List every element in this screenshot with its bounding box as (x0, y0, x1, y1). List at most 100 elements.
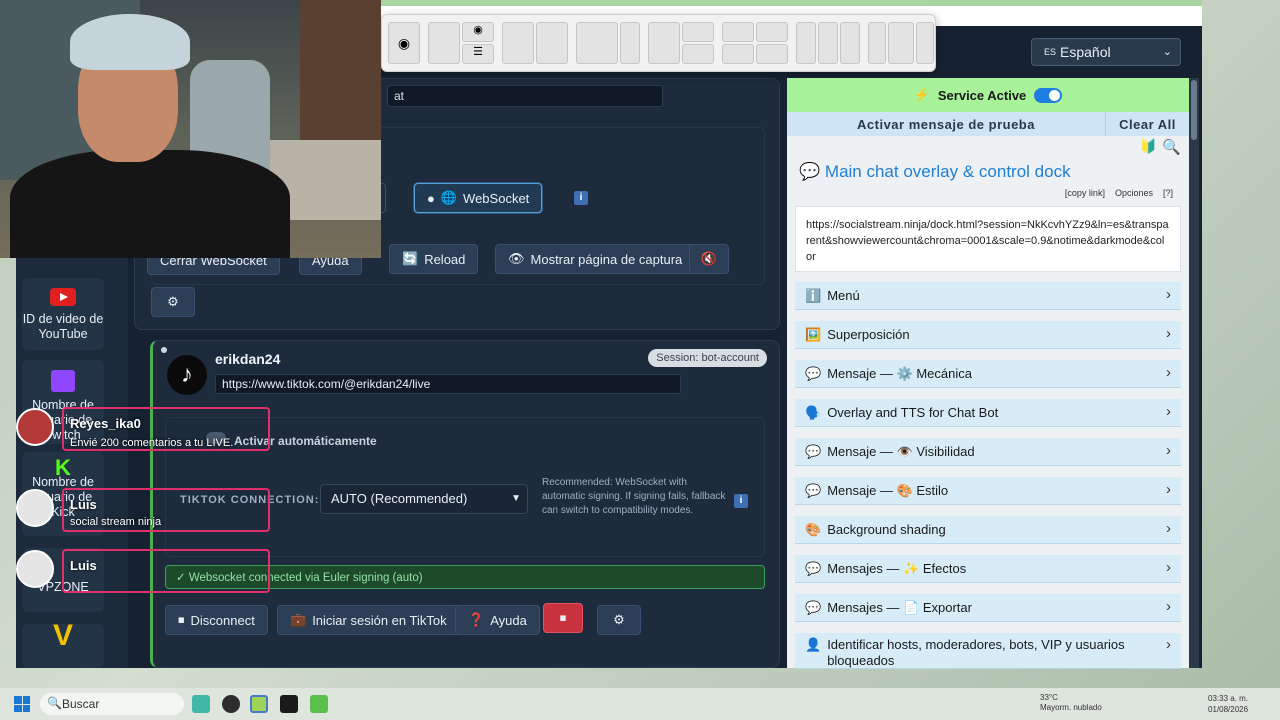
app-icon[interactable] (250, 695, 268, 713)
settings-button[interactable]: ⚙ (151, 287, 195, 317)
snap-layout-6[interactable] (722, 22, 788, 64)
partial-input[interactable]: at (387, 85, 663, 107)
connection-select[interactable]: AUTO (Recommended) ▼ (320, 484, 528, 514)
snap-cell (818, 22, 838, 64)
chat-text: Envié 200 comentarios a tu LIVE. (70, 437, 234, 449)
record-button[interactable]: ⏹ (543, 603, 583, 633)
snap-cell (576, 22, 618, 64)
button-label: Ayuda (490, 612, 527, 628)
tiktok-url-input[interactable]: https://www.tiktok.com/@erikdan24/live (215, 374, 681, 394)
dock-scroll-thumb[interactable] (1191, 80, 1197, 140)
obs-icon: ◉ (388, 22, 420, 64)
snap-col (682, 22, 714, 64)
dot-icon: ● (427, 190, 435, 206)
show-capture-button[interactable]: 👁 Mostrar página de captura (495, 244, 696, 274)
weather-widget[interactable]: 33°C Mayorm. nublado (1040, 693, 1102, 713)
item-label: Mensajes — ✨ Efectos (827, 560, 967, 576)
copy-link[interactable]: [copy link] (1065, 188, 1105, 198)
snap-layout-3[interactable] (502, 22, 568, 64)
snap-cell (722, 22, 754, 42)
item-label: Mensaje — 👁️ Visibilidad (827, 443, 975, 459)
system-clock[interactable]: 03:33 a. m. 01/08/2026 (1208, 693, 1248, 715)
snap-cell (756, 44, 788, 64)
snap-layout-popup: ◉ ◉ ☰ (381, 14, 936, 72)
picture-icon: 🖼️ (805, 326, 822, 342)
chat-text: social stream ninja (70, 516, 162, 528)
dock-scrollbar[interactable] (1189, 78, 1199, 668)
taskbar-search[interactable]: 🔍 Buscar (40, 693, 184, 715)
disconnect-button[interactable]: ⏹ Disconnect (165, 605, 268, 635)
dock-item-style[interactable]: 💬 Mensaje — 🎨 Estilo › (795, 477, 1181, 505)
websocket-label: WebSocket (463, 190, 530, 206)
snap-layout-5[interactable] (648, 22, 714, 64)
dock-item-background[interactable]: 🎨 Background shading › (795, 516, 1181, 544)
options-link[interactable]: Opciones (1115, 188, 1153, 198)
beginner-icon[interactable]: 🔰 (1140, 138, 1157, 155)
mute-button[interactable]: 🔇 (689, 244, 729, 274)
obs-icon[interactable] (222, 695, 240, 713)
twitch-icon (51, 370, 75, 392)
widgets-icon[interactable] (192, 695, 210, 713)
search-placeholder: Buscar (62, 697, 100, 711)
search-icon: 🔍 (47, 696, 62, 710)
test-bar: Activar mensaje de prueba Clear All (787, 112, 1189, 136)
dock-item-export[interactable]: 💬 Mensajes — 📄 Exportar › (795, 594, 1181, 622)
info-icon[interactable]: i (734, 494, 748, 508)
dock-item-mechanics[interactable]: 💬 Mensaje — ⚙️ Mecánica › (795, 360, 1181, 388)
clear-all-button[interactable]: Clear All (1105, 112, 1189, 136)
chevron-right-icon: › (1166, 364, 1171, 381)
search-icon[interactable]: 🔍 (1162, 138, 1181, 156)
tiktok-login-button[interactable]: 💼 Iniciar sesión en TikTok (277, 605, 460, 635)
help-link[interactable]: [?] (1163, 188, 1173, 198)
webcam-dresser (300, 0, 381, 140)
speech-bubble-icon: 💬 (805, 599, 822, 615)
service-toggle[interactable] (1034, 87, 1063, 103)
dock-item-menu[interactable]: ℹ️ Menú › (795, 282, 1181, 310)
snap-cell (796, 22, 816, 64)
snap-cell (502, 22, 534, 64)
minecraft-icon[interactable] (310, 695, 328, 713)
avatar (16, 550, 54, 588)
taskbar: 🔍 Buscar 33°C Mayorm. nublado 03:33 a. m… (0, 688, 1280, 720)
sidebar-item-label: ID de video de YouTube (22, 312, 104, 341)
button-label: Iniciar sesión en TikTok (312, 612, 447, 628)
dock-links: [copy link] Opciones [?] (1065, 188, 1173, 198)
select-value: AUTO (Recommended) (331, 491, 468, 506)
youtube-icon (50, 288, 76, 306)
chevron-right-icon: › (1166, 286, 1171, 303)
windows-start-icon[interactable] (14, 696, 30, 712)
dock-item-visibility[interactable]: 💬 Mensaje — 👁️ Visibilidad › (795, 438, 1181, 466)
capcut-icon[interactable] (280, 695, 298, 713)
language-select[interactable]: ES Español ⌄ (1031, 38, 1181, 66)
snap-col (756, 22, 788, 64)
button-label: Disconnect (190, 612, 255, 628)
speech-bubble-icon: 💬 (805, 365, 822, 381)
snap-layout-7[interactable] (796, 22, 860, 64)
chevron-right-icon: › (1166, 636, 1171, 653)
help-button[interactable]: ❓ Ayuda (455, 605, 540, 635)
dock-item-tts[interactable]: 🗣️ Overlay and TTS for Chat Bot › (795, 399, 1181, 427)
sidebar-item-youtube[interactable]: ID de video de YouTube (22, 278, 104, 350)
dock-item-identify[interactable]: 👤 Identificar hosts, moderadores, bots, V… (795, 633, 1181, 669)
snap-layout-2[interactable]: ◉ ☰ (428, 22, 494, 64)
weather-text: Mayorm. nublado (1040, 703, 1102, 712)
snap-cell (536, 22, 568, 64)
sidebar-item-velora[interactable]: V (22, 621, 104, 668)
snap-layout-4[interactable] (576, 22, 640, 64)
dock-item-effects[interactable]: 💬 Mensajes — ✨ Efectos › (795, 555, 1181, 583)
obs-icon: ◉ (462, 22, 494, 42)
dock-url-box[interactable]: https://socialstream.ninja/dock.html?ses… (795, 206, 1181, 272)
button-label: Mostrar página de captura (530, 251, 683, 267)
dock-item-overlay[interactable]: 🖼️ Superposición › (795, 321, 1181, 349)
websocket-button[interactable]: ● 🌐 WebSocket (414, 183, 543, 213)
settings-button[interactable]: ⚙ (597, 605, 641, 635)
dock-panel: ⚡ Service Active Activar mensaje de prue… (787, 78, 1189, 669)
reload-button[interactable]: 🔄 Reload (389, 244, 479, 274)
info-icon[interactable]: i (574, 191, 588, 205)
menu-icon: ℹ️ (805, 287, 822, 303)
snap-layout-8[interactable] (868, 22, 934, 64)
language-label: Español (1060, 44, 1111, 60)
snap-layout-1[interactable]: ◉ (388, 22, 420, 64)
eye-icon: 👁 (508, 251, 525, 266)
test-message-button[interactable]: Activar mensaje de prueba (787, 112, 1105, 136)
